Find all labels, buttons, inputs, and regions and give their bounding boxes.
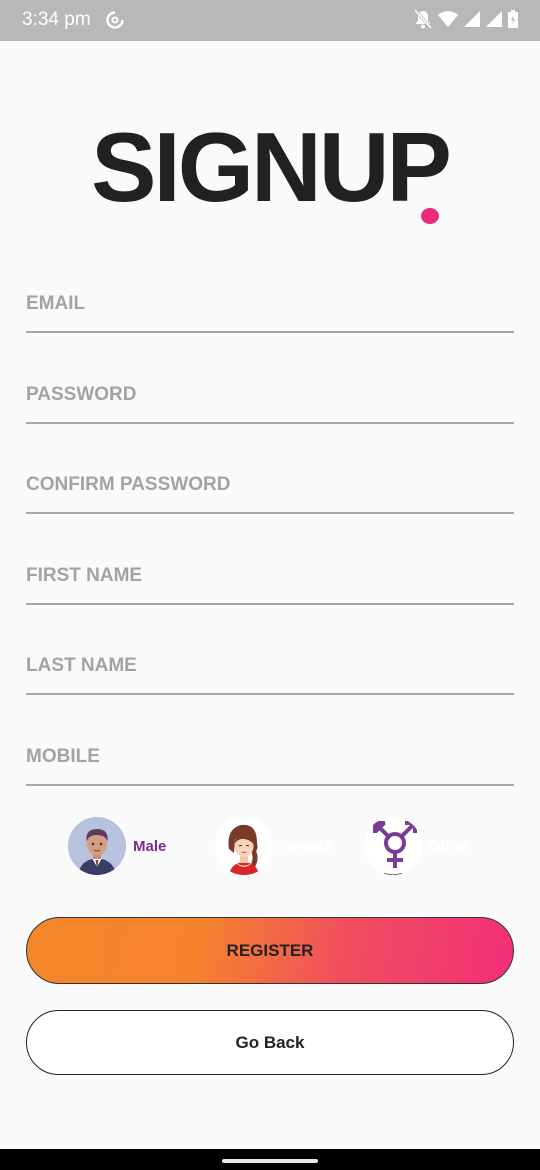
mobile-field[interactable] — [26, 726, 514, 784]
page-title: SIGNUP — [91, 112, 452, 222]
transgender-symbol-icon — [364, 817, 422, 875]
email-field-container — [26, 273, 514, 333]
email-field[interactable] — [26, 273, 514, 331]
home-gesture-handle[interactable] — [222, 1159, 318, 1163]
status-time: 3:34 pm — [22, 9, 91, 30]
male-avatar-icon — [68, 817, 126, 875]
signal-icon — [464, 11, 480, 27]
last-name-field[interactable] — [26, 635, 514, 693]
password-field[interactable] — [26, 364, 514, 422]
gender-label-male: Male — [133, 837, 167, 855]
gender-option-female[interactable]: Female — [215, 816, 332, 876]
first-name-field[interactable] — [26, 545, 514, 603]
gender-option-other[interactable]: Other — [364, 816, 469, 876]
gender-option-male[interactable]: Male — [68, 816, 166, 876]
signal-icon — [486, 11, 502, 27]
gender-selector: Male Female Other — [0, 816, 540, 876]
last-name-field-container — [26, 635, 514, 695]
password-field-container — [26, 364, 514, 424]
confirm-password-field-container — [26, 454, 514, 514]
female-avatar-icon — [215, 817, 273, 875]
first-name-field-container — [26, 545, 514, 605]
status-bar: 3:34 pm — [0, 0, 540, 41]
sync-icon — [105, 10, 125, 30]
gender-label-female: Female — [280, 837, 332, 855]
mobile-field-container — [26, 726, 514, 786]
accent-dot-icon — [421, 208, 439, 224]
wifi-icon — [438, 11, 458, 27]
battery-icon — [508, 10, 518, 28]
confirm-password-field[interactable] — [26, 454, 514, 512]
page-header: SIGNUP — [0, 118, 540, 216]
gender-label-other: Other — [429, 837, 470, 855]
notifications-off-icon — [414, 9, 432, 29]
go-back-button[interactable]: Go Back — [26, 1010, 514, 1075]
register-button[interactable]: REGISTER — [26, 917, 514, 984]
status-icons — [414, 9, 518, 29]
